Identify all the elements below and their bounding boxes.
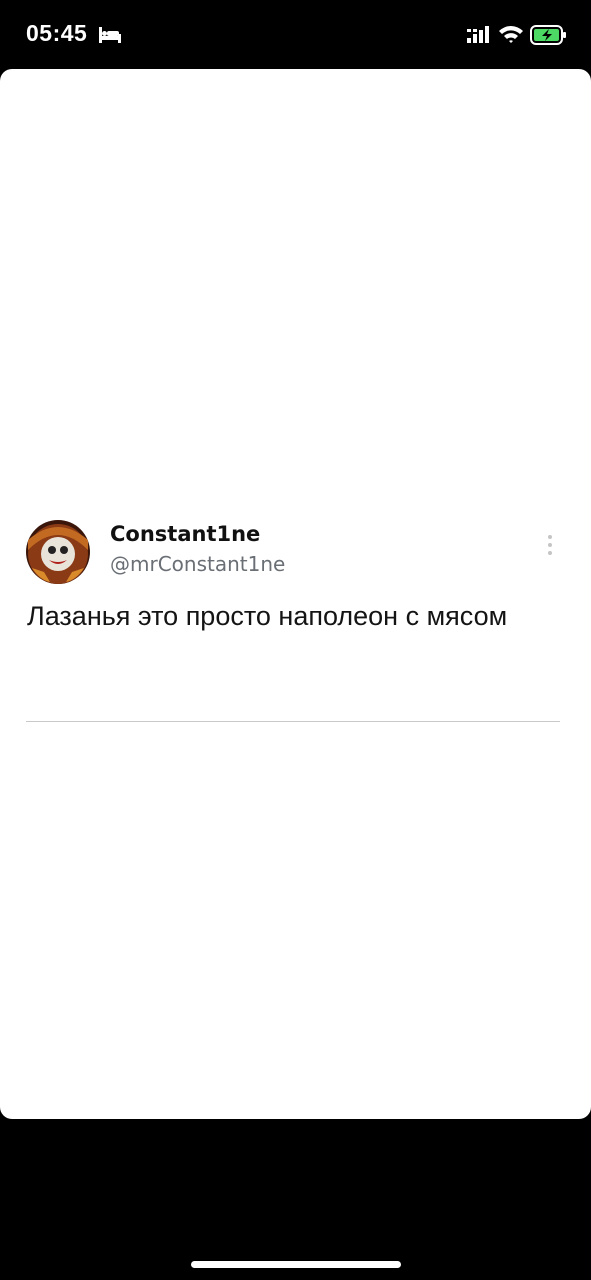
status-bar: 05:45: [0, 0, 591, 68]
home-indicator[interactable]: [191, 1261, 401, 1268]
wifi-icon: [498, 24, 524, 49]
more-vertical-icon[interactable]: [546, 534, 554, 561]
sleep-icon: [98, 26, 122, 49]
tweet-screenshot-card: [0, 69, 591, 1119]
battery-charging-icon: [530, 25, 568, 50]
status-time: 05:45: [26, 20, 88, 46]
display-name[interactable]: Constant1ne: [110, 522, 260, 546]
cellular-signal-icon: [466, 26, 490, 49]
tweet-text: Лазанья это просто наполеон с мясом: [27, 601, 508, 631]
divider: [26, 721, 560, 722]
user-handle[interactable]: @mrConstant1ne: [110, 552, 285, 576]
avatar[interactable]: [26, 520, 90, 584]
